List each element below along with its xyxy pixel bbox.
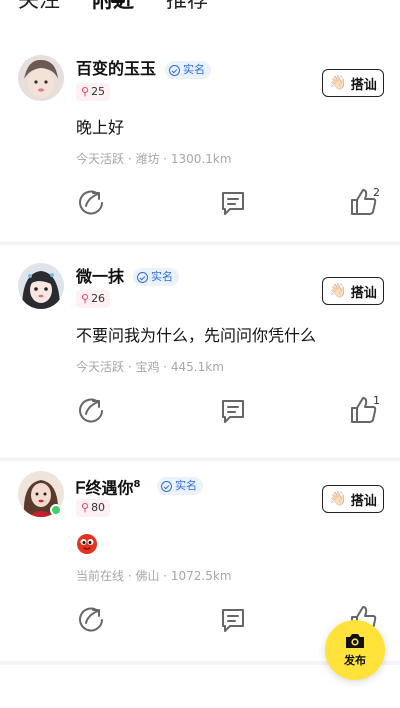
chat-up-button[interactable]: 👋🏻 搭讪: [322, 69, 384, 97]
share-icon[interactable]: [76, 187, 106, 217]
post-meta: 当前在线 · 佛山 · 1072.5km: [76, 569, 232, 583]
tab-recommend[interactable]: 推荐: [166, 0, 208, 12]
avatar[interactable]: [18, 55, 64, 101]
level-icon: ⚲: [81, 292, 90, 305]
chat-up-label: 搭讪: [350, 493, 377, 509]
realname-label: 实名: [183, 63, 205, 76]
active-tab-indicator: [111, 0, 125, 3]
share-icon[interactable]: [76, 395, 106, 425]
level-badge: ⚲ 26: [76, 290, 111, 308]
post-content: 晚上好: [76, 118, 125, 137]
post-card[interactable]: 百变的玉玉 实名 ⚲ 25 👋🏻 搭讪 晚上好 今天活跃 · 潍坊 · 1300…: [0, 40, 400, 240]
realname-badge: 实名: [165, 61, 211, 79]
username-superscript: 8: [133, 479, 141, 490]
level-badge: ⚲ 25: [76, 83, 111, 101]
verified-icon: [161, 480, 172, 492]
username-text: 终遇你: [85, 478, 134, 498]
avatar-image: [18, 55, 64, 101]
realname-label: 实名: [151, 270, 173, 283]
chat-up-button[interactable]: 👋🏻 搭讪: [322, 277, 384, 305]
realname-label: 实名: [175, 479, 197, 492]
wave-hand-icon: 👋🏻: [329, 75, 347, 91]
level-icon: ⚲: [81, 85, 90, 98]
level-value: 80: [91, 501, 106, 514]
level-icon: ⚲: [81, 501, 90, 514]
comment-icon[interactable]: [218, 188, 248, 218]
post-card[interactable]: 微一抹 实名 ⚲ 26 👋🏻 搭讪 不要问我为什么，先问问你凭什么 今天活跃 ·…: [0, 245, 400, 457]
verified-icon: [137, 271, 148, 283]
nearby-feed-screen: 关注 附近 推荐 百变的玉玉 实名 ⚲ 25 👋🏻 搭讪 晚上好 今天活跃 · …: [0, 0, 400, 708]
comment-icon[interactable]: [218, 396, 248, 426]
publish-label: 发布: [344, 654, 366, 667]
username[interactable]: 微一抹: [76, 267, 124, 287]
post-content: 不要问我为什么，先问问你凭什么: [76, 326, 317, 345]
chat-up-label: 搭讪: [350, 77, 377, 93]
online-status-dot: [50, 504, 62, 516]
username[interactable]: ᖴ终遇你8: [76, 475, 140, 498]
post-meta: 今天活跃 · 宝鸡 · 445.1km: [76, 360, 224, 374]
realname-badge: 实名: [133, 268, 179, 286]
camera-icon: [346, 634, 364, 648]
share-icon[interactable]: [76, 604, 106, 634]
level-badge: ⚲ 80: [76, 499, 111, 517]
emoji-sticker-icon: [77, 534, 97, 554]
chat-up-button[interactable]: 👋🏻 搭讪: [322, 485, 384, 513]
username[interactable]: 百变的玉玉: [76, 59, 156, 79]
level-value: 26: [91, 292, 106, 305]
wave-hand-icon: 👋🏻: [329, 283, 347, 299]
comment-icon[interactable]: [218, 605, 248, 635]
level-value: 25: [91, 85, 106, 98]
publish-button[interactable]: 发布: [325, 620, 385, 680]
like-count: 2: [373, 186, 380, 199]
top-nav: 关注 附近 推荐: [0, 0, 400, 12]
avatar[interactable]: [18, 263, 64, 309]
realname-badge: 实名: [157, 477, 203, 495]
wave-hand-icon: 👋🏻: [329, 491, 347, 507]
verified-icon: [169, 64, 180, 76]
chat-up-label: 搭讪: [350, 285, 377, 301]
avatar-image: [18, 263, 64, 309]
like-count: 1: [373, 394, 380, 407]
post-meta: 今天活跃 · 潍坊 · 1300.1km: [76, 152, 232, 166]
tab-follow[interactable]: 关注: [18, 0, 60, 12]
